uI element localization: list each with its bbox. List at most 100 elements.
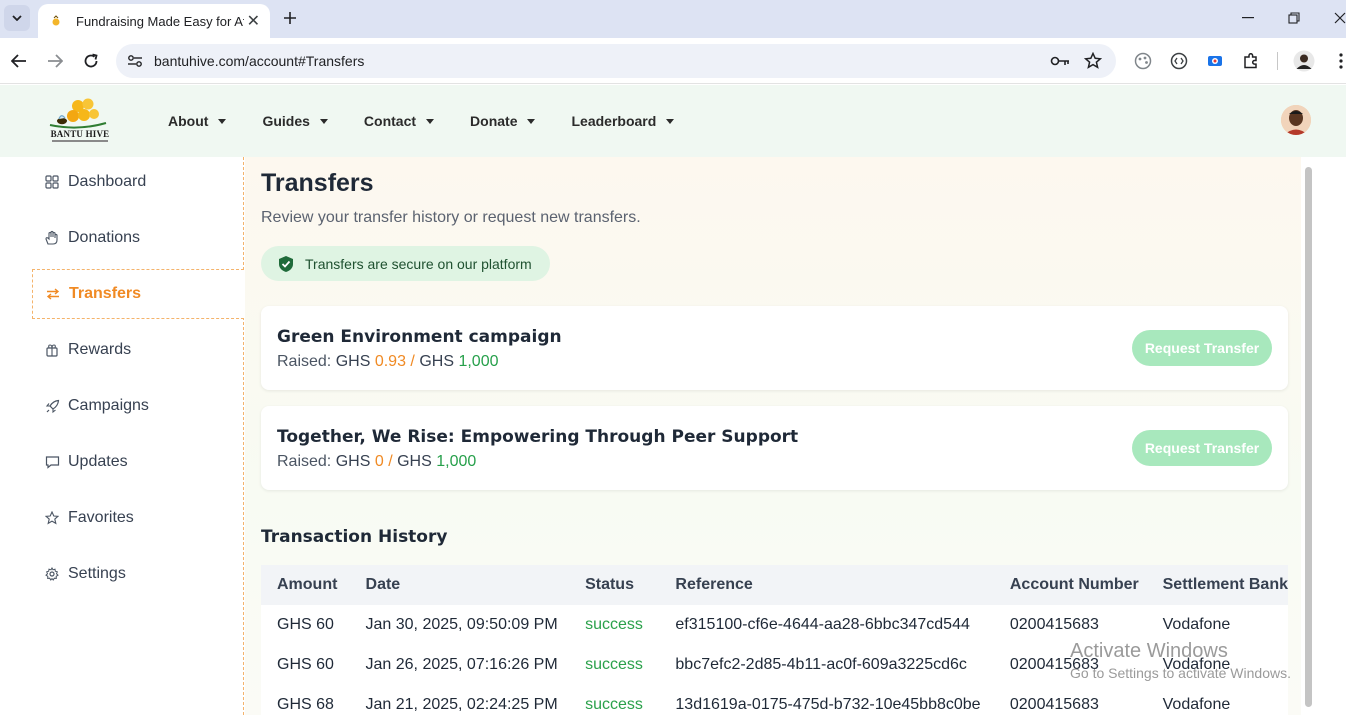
- shield-check-icon: [277, 255, 295, 273]
- raised-amount: 0.93: [374, 353, 406, 370]
- table-header-row: Amount Date Status Reference Account Num…: [261, 565, 1288, 605]
- user-avatar[interactable]: [1281, 105, 1311, 135]
- transfers-main-panel: Transfers Review your transfer history o…: [245, 157, 1301, 715]
- main-scrollbar[interactable]: [1302, 157, 1316, 715]
- cell-settlement-bank: Vodafone: [1146, 645, 1288, 685]
- sidebar-item-transfers[interactable]: Transfers: [32, 269, 244, 319]
- column-header-date: Date: [349, 565, 570, 605]
- sidebar-label-settings: Settings: [68, 565, 126, 582]
- profile-avatar-icon[interactable]: [1293, 50, 1315, 72]
- browser-toolbar: bantuhive.com/account#Transfers: [0, 38, 1346, 84]
- nav-leaderboard[interactable]: Leaderboard: [571, 113, 675, 129]
- cell-status: success: [569, 685, 660, 715]
- sidebar-item-favorites[interactable]: Favorites: [32, 493, 244, 543]
- bookmark-star-icon[interactable]: [1083, 51, 1103, 71]
- secure-badge-text: Transfers are secure on our platform: [305, 255, 532, 272]
- nav-contact-label: Contact: [363, 113, 417, 129]
- site-info-icon[interactable]: [126, 52, 144, 70]
- currency-label: GHS: [397, 453, 432, 470]
- caret-down-icon: [319, 118, 328, 124]
- cell-amount: GHS 60: [261, 605, 350, 645]
- cell-account-number: 0200415683: [993, 685, 1147, 715]
- sidebar-item-donations[interactable]: Donations: [32, 213, 244, 263]
- caret-down-icon: [527, 118, 536, 124]
- column-header-amount: Amount: [261, 565, 350, 605]
- browser-menu-icon[interactable]: [1330, 50, 1346, 72]
- cell-reference: bbc7efc2-2d85-4b11-ac0f-609a3225cd6c: [659, 645, 994, 685]
- campaign-raised: Raised: GHS 0 / GHS 1,000: [277, 453, 476, 471]
- logo-wordmark: BANTU HIVE: [50, 129, 110, 139]
- tab-search-button[interactable]: [4, 5, 30, 31]
- nav-about[interactable]: About: [168, 113, 227, 129]
- address-bar[interactable]: bantuhive.com/account#Transfers: [116, 44, 1116, 78]
- page-title: Transfers: [261, 169, 374, 197]
- nav-leaderboard-label: Leaderboard: [571, 113, 657, 129]
- scrollbar-thumb[interactable]: [1305, 167, 1312, 707]
- caret-down-icon: [426, 118, 435, 124]
- page-subtitle: Review your transfer history or request …: [261, 209, 641, 226]
- raised-amount: 0: [374, 453, 384, 470]
- restore-icon[interactable]: [1282, 8, 1306, 28]
- cell-settlement-bank: Vodafone: [1146, 605, 1288, 645]
- cell-date: Jan 30, 2025, 09:50:09 PM: [349, 605, 570, 645]
- browser-tab-active[interactable]: Fundraising Made Easy for Afric ✕: [38, 4, 270, 38]
- campaign-name: Green Environment campaign: [277, 327, 562, 347]
- cell-account-number: 0200415683: [993, 645, 1147, 685]
- tab-close-icon[interactable]: ✕: [247, 11, 260, 31]
- gear-icon: [44, 566, 60, 582]
- sidebar-label-updates: Updates: [68, 453, 128, 470]
- column-header-account-number: Account Number: [993, 565, 1147, 605]
- extensions-puzzle-icon[interactable]: [1240, 50, 1262, 72]
- grid-icon: [44, 174, 60, 190]
- logo-tagline-decoration: [52, 140, 108, 142]
- sidebar-label-favorites: Favorites: [68, 509, 134, 526]
- back-arrow-icon[interactable]: [7, 49, 31, 73]
- swap-arrows-icon: [45, 286, 61, 302]
- new-tab-icon[interactable]: [280, 8, 300, 28]
- url-text: bantuhive.com/account#Transfers: [154, 53, 365, 69]
- sidebar-item-updates[interactable]: Updates: [32, 437, 244, 487]
- forward-arrow-icon[interactable]: [43, 49, 67, 73]
- minimize-icon[interactable]: [1236, 8, 1260, 28]
- sidebar-item-rewards[interactable]: Rewards: [32, 325, 244, 375]
- hand-icon: [44, 230, 60, 246]
- nav-guides[interactable]: Guides: [262, 113, 328, 129]
- cell-settlement-bank: Vodafone: [1146, 685, 1288, 715]
- close-window-icon[interactable]: [1328, 8, 1346, 28]
- nav-contact[interactable]: Contact: [363, 113, 435, 129]
- caret-down-icon: [218, 118, 227, 124]
- gift-icon: [44, 342, 60, 358]
- chat-icon: [44, 454, 60, 470]
- nav-donate[interactable]: Donate: [470, 113, 536, 129]
- extension-palette-icon[interactable]: [1132, 50, 1154, 72]
- goal-amount: 1,000: [436, 453, 477, 470]
- campaign-card: Green Environment campaign Raised: GHS 0…: [261, 306, 1288, 390]
- cell-reference: 13d1619a-0175-475d-b732-10e45bb8c0be: [659, 685, 994, 715]
- bantuhive-logo[interactable]: BANTU HIVE: [48, 97, 112, 147]
- toolbar-divider: [1277, 52, 1278, 70]
- extension-camera-icon[interactable]: [1204, 50, 1226, 72]
- main-navigation: About Guides Contact Donate Leaderboard: [168, 85, 710, 157]
- sidebar-label-transfers: Transfers: [69, 285, 142, 302]
- campaign-raised: Raised: GHS 0.93 / GHS 1,000: [277, 353, 499, 371]
- account-sidebar: Dashboard Donations Transfers Rewards Ca…: [0, 157, 244, 715]
- request-transfer-button[interactable]: Request Transfer: [1132, 330, 1272, 366]
- nav-guides-label: Guides: [262, 113, 310, 129]
- star-icon: [44, 510, 60, 526]
- raised-label: Raised:: [277, 353, 332, 370]
- cell-reference: ef315100-cf6e-4644-aa28-6bbc347cd544: [659, 605, 994, 645]
- password-key-icon[interactable]: [1050, 51, 1070, 71]
- goal-amount: 1,000: [458, 353, 499, 370]
- reload-icon[interactable]: [79, 49, 103, 73]
- request-transfer-button[interactable]: Request Transfer: [1132, 430, 1272, 466]
- campaign-name: Together, We Rise: Empowering Through Pe…: [277, 427, 799, 447]
- transaction-history-title: Transaction History: [261, 527, 448, 547]
- table-row: GHS 68 Jan 21, 2025, 02:24:25 PM success…: [261, 685, 1288, 715]
- sidebar-item-settings[interactable]: Settings: [32, 549, 244, 599]
- cell-account-number: 0200415683: [993, 605, 1147, 645]
- sidebar-label-donations: Donations: [68, 229, 141, 246]
- raised-label: Raised:: [277, 453, 332, 470]
- sidebar-item-dashboard[interactable]: Dashboard: [32, 157, 244, 207]
- extension-code-icon[interactable]: [1168, 50, 1190, 72]
- sidebar-item-campaigns[interactable]: Campaigns: [32, 381, 244, 431]
